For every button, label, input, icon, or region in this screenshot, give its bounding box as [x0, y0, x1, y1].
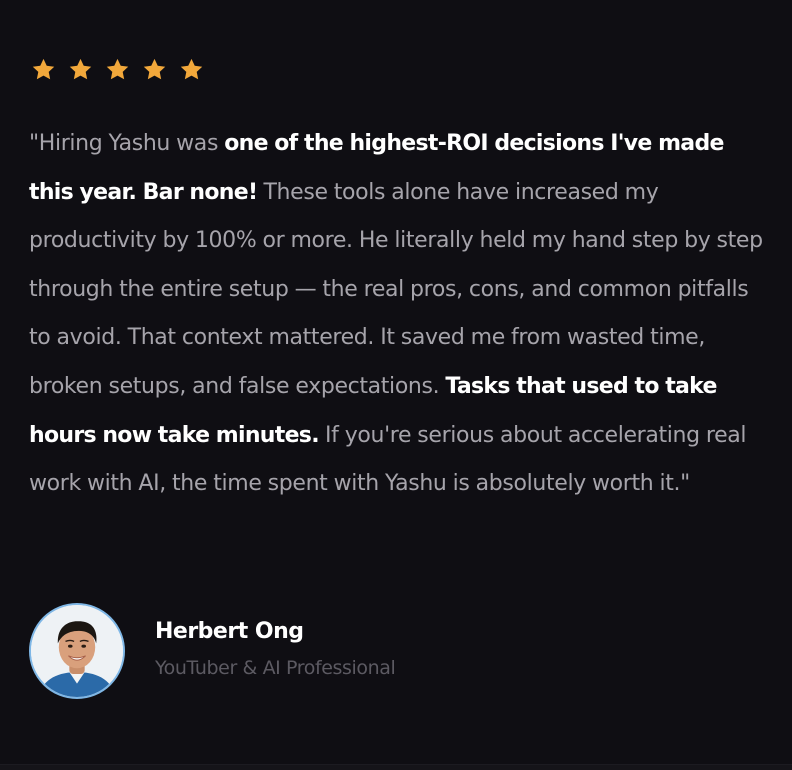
bottom-divider: [0, 764, 792, 770]
author-info: Herbert Ong YouTuber & AI Professional: [155, 618, 396, 680]
author-portrait: [31, 605, 123, 697]
author-name: Herbert Ong: [155, 618, 304, 644]
avatar: [29, 603, 125, 699]
star-icon: [31, 57, 56, 82]
star-icon: [179, 57, 204, 82]
star-rating: [31, 57, 204, 82]
quote-segment: "Hiring Yashu was: [29, 131, 225, 156]
quote-segment: These tools alone have increased my prod…: [29, 179, 763, 399]
star-icon: [105, 57, 130, 82]
testimonial-card: "Hiring Yashu was one of the highest-ROI…: [0, 0, 792, 770]
author-block: Herbert Ong YouTuber & AI Professional: [29, 603, 396, 699]
star-icon: [68, 57, 93, 82]
star-icon: [142, 57, 167, 82]
testimonial-quote: "Hiring Yashu was one of the highest-ROI…: [29, 120, 769, 509]
author-role: YouTuber & AI Professional: [155, 657, 396, 680]
